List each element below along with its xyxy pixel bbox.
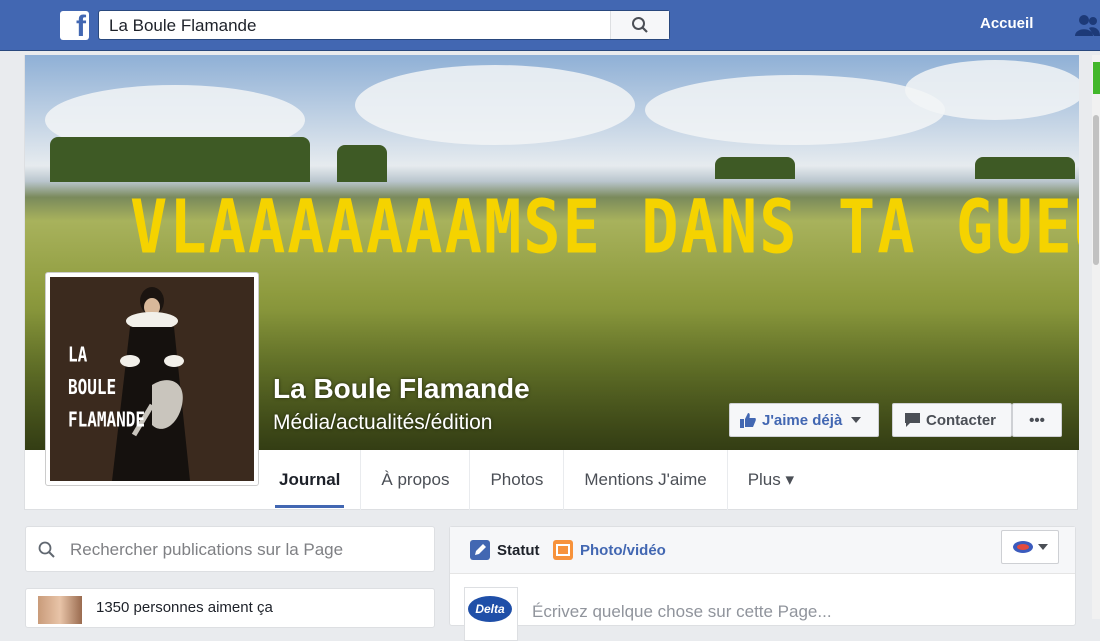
- composer-tab-photo-label: Photo/vidéo: [580, 541, 666, 559]
- composer-tabs: Statut Photo/vidéo: [450, 527, 1075, 574]
- message-icon: [905, 413, 920, 427]
- friend-requests-icon[interactable]: [1075, 14, 1100, 36]
- profile-picture-image: LA BOULE FLAMANDE: [50, 277, 254, 481]
- profile-logo-line: FLAMANDE: [68, 407, 146, 432]
- page-title[interactable]: La Boule Flamande: [273, 373, 530, 405]
- global-search-input[interactable]: [107, 15, 611, 37]
- search-icon: [632, 17, 648, 33]
- liked-button-label: J'aime déjà: [762, 411, 843, 429]
- search-icon: [38, 541, 55, 558]
- cover-cloud: [905, 60, 1079, 120]
- global-search-box: [98, 10, 670, 40]
- page-posts-search-input[interactable]: [68, 539, 422, 561]
- cover-hedge: [715, 157, 795, 179]
- chevron-down-icon: [1037, 544, 1048, 550]
- page-avatar[interactable]: Delta: [464, 587, 518, 641]
- likes-friends-thumbnail[interactable]: [38, 596, 82, 624]
- page-flag-icon: [1012, 541, 1033, 553]
- tab-more[interactable]: Plus ▾: [728, 450, 814, 510]
- profile-logo-line: LA: [68, 342, 88, 367]
- tab-photos[interactable]: Photos: [470, 450, 565, 510]
- tab-likes[interactable]: Mentions J'aime: [564, 450, 728, 510]
- cover-hedge: [337, 145, 387, 182]
- pencil-icon: [470, 540, 490, 560]
- more-dots-icon: •••: [1029, 411, 1045, 429]
- chat-status-indicator: [1093, 62, 1100, 94]
- composer-tab-status-label: Statut: [497, 541, 540, 559]
- nav-home-link[interactable]: Accueil: [980, 15, 1033, 32]
- tab-journal[interactable]: Journal: [259, 450, 362, 510]
- likes-count-text[interactable]: 1350 personnes aiment ça: [96, 599, 273, 616]
- composer-input[interactable]: [530, 601, 1034, 623]
- facebook-logo-letter: f: [76, 10, 86, 43]
- composer-tab-photo-video[interactable]: Photo/vidéo: [553, 540, 666, 560]
- profile-logo-line: BOULE: [68, 375, 117, 399]
- page-tabs: Journal À propos Photos Mentions J'aime …: [259, 450, 814, 510]
- search-button[interactable]: [610, 11, 669, 39]
- page-posts-search: [25, 526, 435, 572]
- tab-about[interactable]: À propos: [361, 450, 471, 510]
- likes-summary-card: 1350 personnes aiment ça: [25, 588, 435, 628]
- audience-selector[interactable]: [1001, 530, 1059, 564]
- scrollbar-thumb[interactable]: [1093, 115, 1099, 265]
- cover-cloud: [645, 75, 945, 145]
- page-category[interactable]: Média/actualités/édition: [273, 411, 492, 435]
- top-navigation-bar: f Accueil: [0, 0, 1100, 51]
- more-actions-button[interactable]: •••: [1012, 403, 1062, 437]
- post-composer: Statut Photo/vidéo Delta: [449, 526, 1076, 641]
- thumbs-up-icon: [740, 413, 756, 428]
- delta-logo: Delta: [468, 596, 512, 622]
- chevron-down-icon: [851, 417, 862, 423]
- cover-hedge: [975, 157, 1075, 179]
- profile-logo-text: LA BOULE FLAMANDE: [68, 339, 145, 437]
- cover-cloud: [355, 65, 635, 145]
- cover-headline: VLAAAAAAAMSE DANS TA GUEULE !: [130, 183, 1079, 271]
- facebook-logo[interactable]: f: [60, 10, 89, 43]
- contact-button-label: Contacter: [926, 411, 997, 429]
- profile-picture[interactable]: LA BOULE FLAMANDE: [45, 272, 259, 486]
- contact-button[interactable]: Contacter: [892, 403, 1012, 437]
- composer-tab-status[interactable]: Statut: [470, 540, 540, 560]
- page-header-card: VLAAAAAAAMSE DANS TA GUEULE ! LA BOULE F…: [24, 55, 1079, 510]
- cover-hedge: [50, 137, 310, 182]
- photo-icon: [553, 540, 573, 560]
- liked-button[interactable]: J'aime déjà: [729, 403, 879, 437]
